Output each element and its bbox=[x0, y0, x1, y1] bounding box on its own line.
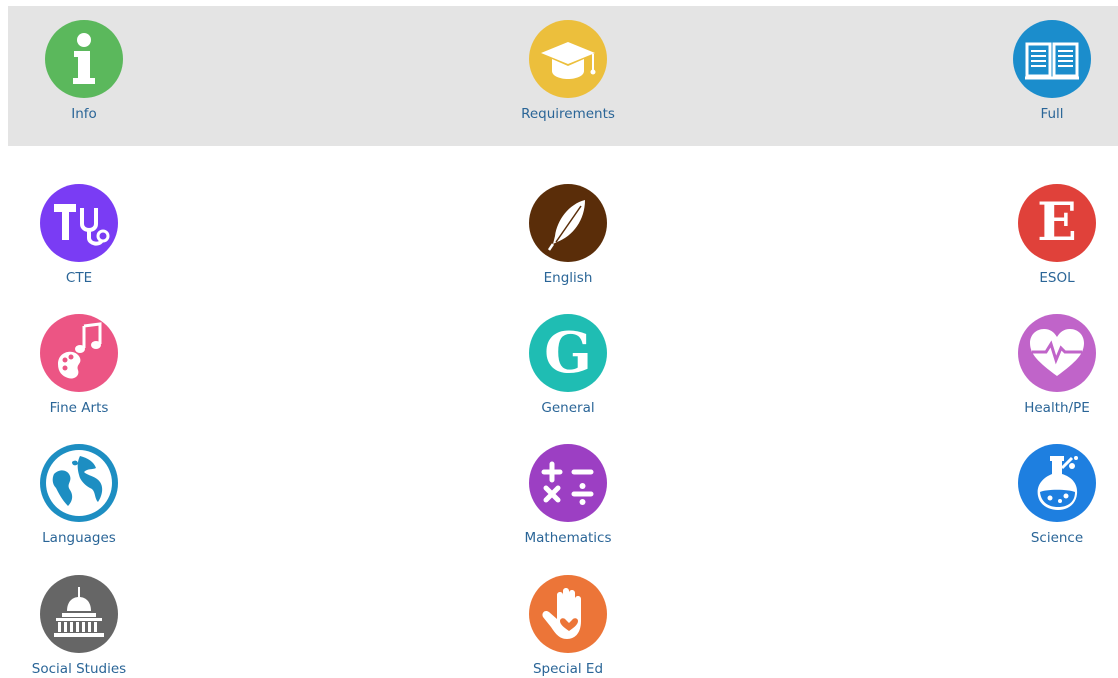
subject-languages-label: Languages bbox=[42, 530, 116, 546]
subject-english[interactable]: English bbox=[488, 184, 648, 286]
esol-glyph: E bbox=[1037, 192, 1077, 253]
capitol-building-icon bbox=[40, 575, 118, 653]
subject-social-studies-label: Social Studies bbox=[31, 661, 127, 677]
open-book-icon bbox=[1013, 20, 1091, 98]
subject-special-ed-label: Special Ed bbox=[532, 661, 604, 677]
subject-fine-arts[interactable]: Fine Arts bbox=[0, 314, 159, 416]
heartbeat-icon bbox=[1018, 314, 1096, 392]
subject-english-label: English bbox=[543, 270, 593, 286]
nav-info[interactable]: Info bbox=[4, 20, 164, 122]
letter-g-icon: G bbox=[529, 314, 607, 392]
subject-health-pe[interactable]: Health/PE bbox=[977, 314, 1118, 416]
nav-info-label: Info bbox=[71, 106, 97, 122]
subject-social-studies[interactable]: Social Studies bbox=[0, 575, 159, 677]
subject-fine-arts-label: Fine Arts bbox=[49, 400, 109, 416]
subject-mathematics[interactable]: Mathematics bbox=[488, 444, 648, 546]
info-icon bbox=[45, 20, 123, 98]
subject-cte[interactable]: CTE bbox=[0, 184, 159, 286]
math-operators-icon bbox=[529, 444, 607, 522]
subject-cte-label: CTE bbox=[65, 270, 93, 286]
letter-e-icon: E bbox=[1018, 184, 1096, 262]
subject-esol-label: ESOL bbox=[1039, 270, 1075, 286]
subject-science[interactable]: Science bbox=[977, 444, 1118, 546]
nav-full[interactable]: Full bbox=[972, 20, 1118, 122]
subject-health-pe-label: Health/PE bbox=[1024, 400, 1090, 416]
music-palette-icon bbox=[40, 314, 118, 392]
subject-science-label: Science bbox=[1030, 530, 1084, 546]
nav-requirements-label: Requirements bbox=[521, 106, 615, 122]
subject-general[interactable]: G General bbox=[488, 314, 648, 416]
globe-icon bbox=[40, 444, 118, 522]
nav-full-label: Full bbox=[1040, 106, 1064, 122]
subject-special-ed[interactable]: Special Ed bbox=[488, 575, 648, 677]
graduation-cap-icon bbox=[529, 20, 607, 98]
general-glyph: G bbox=[544, 320, 592, 386]
subject-mathematics-label: Mathematics bbox=[524, 530, 612, 546]
subject-languages[interactable]: Languages bbox=[0, 444, 159, 546]
hand-heart-icon bbox=[529, 575, 607, 653]
hammer-stethoscope-icon bbox=[40, 184, 118, 262]
nav-requirements[interactable]: Requirements bbox=[488, 20, 648, 122]
feather-quill-icon bbox=[529, 184, 607, 262]
subject-esol[interactable]: E ESOL bbox=[977, 184, 1118, 286]
subject-general-label: General bbox=[541, 400, 595, 416]
flask-icon bbox=[1018, 444, 1096, 522]
